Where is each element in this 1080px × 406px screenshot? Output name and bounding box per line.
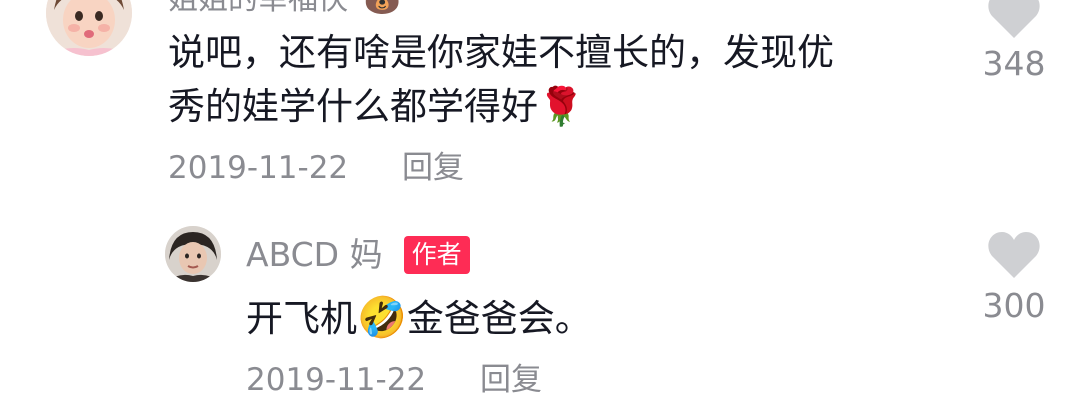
comment-date: 2019-11-22 xyxy=(168,150,349,186)
comment-meta: 2019-11-22 回复 xyxy=(168,148,464,188)
rose-emoji: 🌹 xyxy=(538,85,585,128)
heart-icon xyxy=(988,0,1040,38)
author-name[interactable]: 姐姐的幸福快 xyxy=(168,0,348,17)
like-count: 300 xyxy=(982,286,1046,325)
reply-button[interactable]: 回复 xyxy=(402,150,464,186)
comment-text: 开飞机🤣金爸爸会。 xyxy=(246,292,592,345)
comment-date: 2019-11-22 xyxy=(246,362,427,398)
author-badge: 作者 xyxy=(403,236,470,274)
heart-icon xyxy=(988,232,1040,278)
like-count: 348 xyxy=(982,44,1046,83)
avatar[interactable] xyxy=(46,0,132,56)
laughing-emoji: 🤣 xyxy=(357,295,407,341)
author-name[interactable]: ABCD 妈 xyxy=(246,235,383,274)
reply-button[interactable]: 回复 xyxy=(480,362,542,398)
comment-author[interactable]: 姐姐的幸福快 🐻 xyxy=(168,0,401,18)
bear-emoji: 🐻 xyxy=(364,0,401,17)
like-button[interactable] xyxy=(986,230,1042,280)
reply-item: ABCD 妈 作者 开飞机🤣金爸爸会。 2019-11-22 回复 300 xyxy=(0,210,1080,406)
comment-meta: 2019-11-22 回复 xyxy=(246,360,542,400)
comment-text-line: 说吧，还有啥是你家娃不擅长的，发现优 xyxy=(168,31,834,74)
comment-text-part: 金爸爸会。 xyxy=(406,297,592,340)
comment-text: 说吧，还有啥是你家娃不擅长的，发现优 秀的娃学什么都学得好🌹 xyxy=(168,26,948,134)
comment-text-part: 开飞机 xyxy=(246,297,357,340)
reply-author-row: ABCD 妈 作者 xyxy=(246,233,470,277)
comment-item: 姐姐的幸福快 🐻 说吧，还有啥是你家娃不擅长的，发现优 秀的娃学什么都学得好🌹 … xyxy=(0,0,1080,210)
like-button[interactable] xyxy=(986,0,1042,40)
comment-text-line: 秀的娃学什么都学得好🌹 xyxy=(168,80,948,134)
avatar[interactable] xyxy=(165,226,221,282)
comment-text-line2: 秀的娃学什么都学得好 xyxy=(168,85,538,128)
